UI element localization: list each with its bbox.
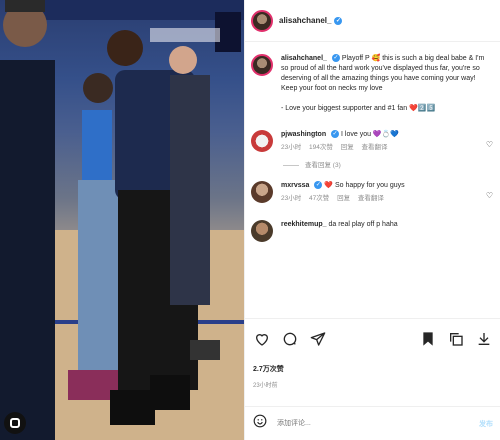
comment-username[interactable]: reekhitemup_	[281, 221, 327, 228]
photo-scene	[0, 0, 244, 440]
download-icon[interactable]	[475, 330, 493, 348]
comment-username[interactable]: pjwashington	[281, 131, 326, 138]
comment-item: pjwashington ✓ I love you 💜💍💙 23小时 194次赞…	[245, 124, 500, 157]
add-comment-input[interactable]	[275, 419, 449, 428]
comment-time: 23小时	[281, 144, 302, 151]
comment-avatar[interactable]	[251, 181, 273, 203]
comment-likes[interactable]: 194次赞	[309, 144, 333, 151]
comment-like-icon[interactable]: ♡	[486, 191, 493, 200]
action-bar	[245, 318, 500, 358]
comment-avatar[interactable]	[251, 220, 273, 242]
comment-username[interactable]: mxrvssa	[281, 182, 309, 189]
comment-meta: 23小时 194次赞 回复 查看翻译	[281, 143, 491, 153]
verified-icon: ✓	[331, 54, 340, 63]
view-replies-button[interactable]: 查看回复 (3)	[245, 159, 500, 169]
translate-button[interactable]: 查看翻译	[358, 195, 384, 202]
copy-icon[interactable]	[447, 330, 465, 348]
comment-item: mxrvssa ✓ ❤️ So happy for you guys 23小时 …	[245, 175, 500, 208]
comment-like-icon[interactable]: ♡	[486, 140, 493, 149]
heart-icon[interactable]	[253, 330, 271, 348]
caption-username[interactable]: alisahchanel_	[281, 55, 327, 62]
likes-count[interactable]: 2.7万次赞	[253, 364, 284, 374]
comment-text: I love you 💜💍💙	[341, 131, 400, 138]
translate-button[interactable]: 查看翻译	[362, 144, 388, 151]
post-button[interactable]: 发布	[479, 419, 493, 429]
header-username[interactable]: alisahchanel_ ✓	[279, 16, 343, 25]
header-username-text[interactable]: alisahchanel_	[279, 16, 331, 25]
comment-text: da real play off p haha	[328, 221, 398, 228]
instagram-badge-icon	[4, 412, 26, 434]
post-date: 23小时前	[253, 383, 278, 389]
verified-icon: ✓	[334, 16, 343, 25]
comments-list: alisahchanel_ ✓ Playoff P 🥰 this is such…	[245, 48, 500, 316]
comment-icon[interactable]	[281, 330, 299, 348]
reply-button[interactable]: 回复	[337, 195, 350, 202]
emoji-icon[interactable]	[253, 414, 267, 433]
caption: alisahchanel_ ✓ Playoff P 🥰 this is such…	[245, 48, 500, 118]
add-comment-bar: 发布	[245, 406, 500, 440]
bookmark-icon[interactable]	[419, 330, 437, 348]
instagram-post-viewer: alisahchanel_ ✓ alisahchanel_ ✓ Playoff P…	[0, 0, 500, 440]
avatar[interactable]	[251, 9, 273, 32]
comment-meta: 23小时 47次赞 回复 查看翻译	[281, 194, 491, 204]
comment-text: ❤️ So happy for you guys	[324, 182, 405, 189]
post-header: alisahchanel_ ✓	[245, 0, 500, 42]
comment-item: reekhitemup_ da real play off p haha	[245, 214, 500, 246]
comment-avatar[interactable]	[251, 130, 273, 152]
caption-signoff: - Love your biggest supporter and #1 fan…	[281, 105, 436, 112]
comment-time: 23小时	[281, 195, 302, 202]
verified-icon: ✓	[314, 181, 323, 190]
verified-icon: ✓	[331, 130, 340, 139]
post-details-panel: alisahchanel_ ✓ alisahchanel_ ✓ Playoff P…	[244, 0, 500, 440]
comment-likes[interactable]: 47次赞	[309, 195, 329, 202]
post-photo	[0, 0, 244, 440]
reply-button[interactable]: 回复	[341, 144, 354, 151]
caption-avatar[interactable]	[251, 54, 273, 76]
share-icon[interactable]	[309, 330, 327, 348]
